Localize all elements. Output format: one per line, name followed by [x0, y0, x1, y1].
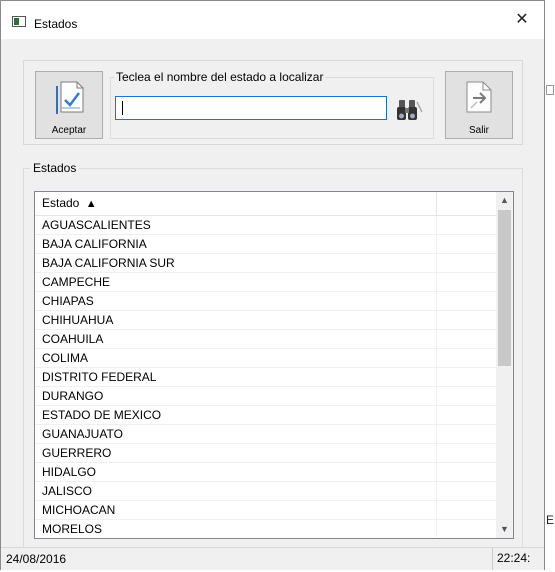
- column-separator: [436, 444, 437, 463]
- list-item-label: BAJA CALIFORNIA SUR: [42, 256, 175, 270]
- column-separator: [436, 330, 437, 349]
- close-button[interactable]: ✕: [500, 1, 544, 39]
- status-date: 24/08/2016: [6, 552, 67, 566]
- list-rows: AGUASCALIENTES BAJA CALIFORNIA BAJA CALIFO…: [35, 216, 497, 538]
- column-separator: [436, 406, 437, 425]
- scroll-thumb[interactable]: [498, 210, 511, 366]
- vertical-scrollbar[interactable]: ▲ ▼: [496, 192, 513, 538]
- list-item[interactable]: GUANAJUATO: [35, 425, 497, 444]
- column-separator: [436, 387, 437, 406]
- list-item[interactable]: DISTRITO FEDERAL: [35, 368, 497, 387]
- list-item-label: GUANAJUATO: [42, 427, 123, 441]
- search-legend: Teclea el nombre del estado a localizar: [114, 70, 326, 84]
- list-item-label: DURANGO: [42, 389, 104, 403]
- list-item[interactable]: BAJA CALIFORNIA SUR: [35, 254, 497, 273]
- estados-window: Estados ✕ Aceptar Teclea el nombre del e…: [0, 0, 545, 570]
- list-item-label: COLIMA: [42, 351, 89, 365]
- list-item-label: CAMPECHE: [42, 275, 111, 289]
- column-separator: [436, 425, 437, 444]
- column-separator: [436, 311, 437, 330]
- list-item-label: MORELOS: [42, 522, 103, 536]
- column-separator: [436, 292, 437, 311]
- list-item-label: GUERRERO: [42, 446, 112, 460]
- list-item[interactable]: MORELOS: [35, 520, 497, 538]
- document-check-icon: [56, 81, 84, 114]
- column-separator: [436, 235, 437, 254]
- list-item-label: MICHOACAN: [42, 503, 116, 517]
- search-panel: Aceptar Teclea el nombre del estado a lo…: [23, 60, 523, 145]
- list-item[interactable]: JALISCO: [35, 482, 497, 501]
- states-listview[interactable]: Estado ▲ AGUASCALIENTES BAJA CALIFORNIA BA…: [34, 191, 514, 539]
- status-bar: 24/08/2016 22:24:: [1, 547, 544, 570]
- text-caret: [122, 101, 123, 115]
- column-separator: [436, 463, 437, 482]
- column-separator: [436, 501, 437, 520]
- column-separator: [436, 273, 437, 292]
- status-time: 22:24:: [492, 548, 544, 570]
- list-item-label: COAHUILA: [42, 332, 104, 346]
- accept-button[interactable]: Aceptar: [35, 71, 103, 139]
- list-item[interactable]: AGUASCALIENTES: [35, 216, 497, 235]
- list-item[interactable]: COAHUILA: [35, 330, 497, 349]
- list-header: Estado ▲: [35, 192, 497, 216]
- column-separator: [436, 349, 437, 368]
- list-item[interactable]: DURANGO: [35, 387, 497, 406]
- search-group: Teclea el nombre del estado a localizar: [110, 70, 434, 139]
- list-item[interactable]: CAMPECHE: [35, 273, 497, 292]
- list-item[interactable]: BAJA CALIFORNIA: [35, 235, 497, 254]
- list-item-label: AGUASCALIENTES: [42, 218, 151, 232]
- column-separator: [436, 254, 437, 273]
- title-bar: Estados ✕: [1, 1, 544, 39]
- list-item-label: JALISCO: [42, 484, 93, 498]
- list-item[interactable]: GUERRERO: [35, 444, 497, 463]
- scroll-down-icon[interactable]: ▼: [496, 521, 513, 538]
- list-item[interactable]: HIDALGO: [35, 463, 497, 482]
- list-item[interactable]: CHIHUAHUA: [35, 311, 497, 330]
- list-item-label: HIDALGO: [42, 465, 97, 479]
- sort-ascending-icon: ▲: [85, 198, 97, 210]
- exit-button[interactable]: Salir: [445, 71, 513, 139]
- background-window-control: [546, 85, 554, 95]
- list-item[interactable]: CHIAPAS: [35, 292, 497, 311]
- list-item-label: ESTADO DE MEXICO: [42, 408, 162, 422]
- app-icon: [12, 16, 26, 27]
- window-title: Estados: [34, 17, 78, 31]
- column-header-label: Estado: [42, 196, 80, 210]
- column-separator: [436, 482, 437, 501]
- list-item[interactable]: MICHOACAN: [35, 501, 497, 520]
- search-input[interactable]: [115, 96, 387, 120]
- list-item[interactable]: COLIMA: [35, 349, 497, 368]
- column-separator: [436, 520, 437, 538]
- list-item-label: BAJA CALIFORNIA: [42, 237, 147, 251]
- exit-button-label: Salir: [468, 125, 489, 136]
- states-group-label: Estados: [30, 161, 80, 175]
- column-separator: [436, 368, 437, 387]
- list-item-label: CHIAPAS: [42, 294, 94, 308]
- scroll-up-icon[interactable]: ▲: [496, 192, 513, 209]
- list-item[interactable]: ESTADO DE MEXICO: [35, 406, 497, 425]
- column-separator: [436, 216, 437, 235]
- background-window-text: E: [546, 513, 555, 527]
- column-header-estado[interactable]: Estado ▲: [35, 192, 437, 216]
- list-item-label: CHIHUAHUA: [42, 313, 114, 327]
- list-item-label: DISTRITO FEDERAL: [42, 370, 157, 384]
- accept-button-label: Aceptar: [51, 125, 87, 136]
- states-group: Estados Estado ▲ AGUASCALIENTES BAJA CALI…: [23, 161, 523, 548]
- document-arrow-icon: [466, 81, 492, 113]
- binoculars-icon[interactable]: [395, 98, 423, 122]
